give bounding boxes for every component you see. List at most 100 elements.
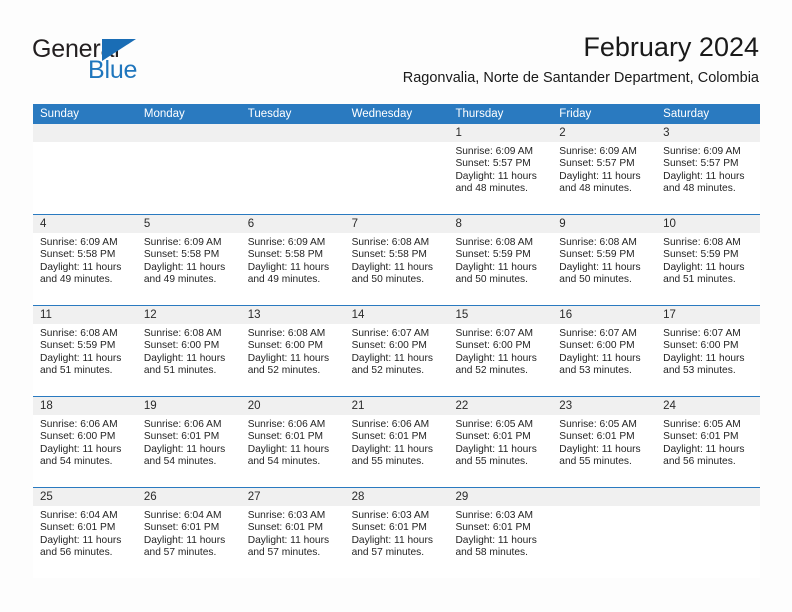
day-number-17[interactable]: 17 xyxy=(656,306,760,324)
day-detail-line: Sunset: 6:01 PM xyxy=(351,431,427,443)
day-cell-25[interactable]: Sunrise: 6:04 AM Sunset: 6:01 PM Daylight:… xyxy=(33,506,137,578)
day-cell-5[interactable]: Sunrise: 6:09 AM Sunset: 5:58 PM Daylight:… xyxy=(137,233,241,305)
week-day-number-band: 11 12 13 14 15 16 17 xyxy=(33,306,760,324)
day-number-13[interactable]: 13 xyxy=(241,306,345,324)
day-cell-7[interactable]: Sunrise: 6:08 AM Sunset: 5:58 PM Daylight:… xyxy=(345,233,449,305)
week-day-number-band: 18 19 20 21 22 23 24 xyxy=(33,397,760,415)
day-number-25[interactable]: 25 xyxy=(33,488,137,506)
day-cell-4[interactable]: Sunrise: 6:09 AM Sunset: 5:58 PM Daylight:… xyxy=(33,233,137,305)
day-detail-line: and 55 minutes. xyxy=(455,456,528,468)
day-detail-line: Daylight: 11 hours xyxy=(559,352,641,364)
day-number-3[interactable]: 3 xyxy=(656,124,760,142)
day-cell-24[interactable]: Sunrise: 6:05 AM Sunset: 6:01 PM Daylight:… xyxy=(656,415,760,487)
calendar-week-row: 18 19 20 21 22 23 24 Sunrise: 6:06 AM Sunset: 6:… xyxy=(33,396,760,487)
day-number-12[interactable]: 12 xyxy=(137,306,241,324)
day-cell-10[interactable]: Sunrise: 6:08 AM Sunset: 5:59 PM Daylight:… xyxy=(656,233,760,305)
day-number-2[interactable]: 2 xyxy=(552,124,656,142)
day-detail-line: Sunrise: 6:05 AM xyxy=(663,419,741,430)
day-detail-line: Sunrise: 6:06 AM xyxy=(247,419,326,430)
day-detail-line: Sunrise: 6:03 AM xyxy=(455,510,534,521)
day-detail-line: Sunset: 6:01 PM xyxy=(247,431,324,443)
day-number-28[interactable]: 28 xyxy=(345,488,449,506)
day-detail-line: Sunset: 6:01 PM xyxy=(143,431,220,443)
day-detail-line: and 52 minutes. xyxy=(351,365,425,377)
day-number-21[interactable]: 21 xyxy=(345,397,449,415)
day-number-24[interactable]: 24 xyxy=(656,397,760,415)
day-cell-11[interactable]: Sunrise: 6:08 AM Sunset: 5:59 PM Daylight:… xyxy=(33,324,137,396)
day-cell-16[interactable]: Sunrise: 6:07 AM Sunset: 6:00 PM Daylight:… xyxy=(552,324,656,396)
day-detail-line: Daylight: 11 hours xyxy=(351,443,433,455)
day-cell-3[interactable]: Sunrise: 6:09 AM Sunset: 5:57 PM Daylight:… xyxy=(656,142,760,214)
day-detail-line: Daylight: 11 hours xyxy=(351,352,433,364)
day-cell-2[interactable]: Sunrise: 6:09 AM Sunset: 5:57 PM Daylight:… xyxy=(552,142,656,214)
day-cell-14[interactable]: Sunrise: 6:07 AM Sunset: 6:00 PM Daylight:… xyxy=(345,324,449,396)
week-detail-band: Sunrise: 6:09 AM Sunset: 5:57 PM Daylight:… xyxy=(33,142,760,214)
day-cell-23[interactable]: Sunrise: 6:05 AM Sunset: 6:01 PM Daylight:… xyxy=(552,415,656,487)
day-number-23[interactable]: 23 xyxy=(552,397,656,415)
day-number-27[interactable]: 27 xyxy=(241,488,345,506)
day-number-9[interactable]: 9 xyxy=(552,215,656,233)
day-number-6[interactable]: 6 xyxy=(241,215,345,233)
day-cell-21[interactable]: Sunrise: 6:06 AM Sunset: 6:01 PM Daylight:… xyxy=(345,415,449,487)
day-number-7[interactable]: 7 xyxy=(345,215,449,233)
day-detail-line: Sunset: 6:00 PM xyxy=(455,340,531,352)
day-detail-line: and 54 minutes. xyxy=(247,456,321,468)
day-detail-line: and 49 minutes. xyxy=(143,274,217,286)
page-subtitle: Ragonvalia, Norte de Santander Departmen… xyxy=(402,70,759,86)
day-number-empty xyxy=(241,124,345,142)
day-detail-line: and 55 minutes. xyxy=(351,456,425,468)
day-detail-line: Sunset: 6:01 PM xyxy=(40,522,116,534)
day-number-18[interactable]: 18 xyxy=(33,397,137,415)
day-detail-line: Sunset: 6:01 PM xyxy=(663,431,739,443)
day-cell-15[interactable]: Sunrise: 6:07 AM Sunset: 6:00 PM Daylight:… xyxy=(448,324,552,396)
day-number-empty xyxy=(137,124,241,142)
day-cell-26[interactable]: Sunrise: 6:04 AM Sunset: 6:01 PM Daylight:… xyxy=(137,506,241,578)
day-detail-line: Sunset: 5:58 PM xyxy=(351,249,427,261)
week-detail-band: Sunrise: 6:04 AM Sunset: 6:01 PM Daylight:… xyxy=(33,506,760,578)
day-detail-line: Sunrise: 6:05 AM xyxy=(455,419,534,430)
day-detail-line: and 56 minutes. xyxy=(40,547,113,559)
day-cell-12[interactable]: Sunrise: 6:08 AM Sunset: 6:00 PM Daylight:… xyxy=(137,324,241,396)
day-cell-1[interactable]: Sunrise: 6:09 AM Sunset: 5:57 PM Daylight:… xyxy=(448,142,552,214)
day-number-26[interactable]: 26 xyxy=(137,488,241,506)
day-number-29[interactable]: 29 xyxy=(448,488,552,506)
day-number-19[interactable]: 19 xyxy=(137,397,241,415)
day-number-22[interactable]: 22 xyxy=(448,397,552,415)
day-detail-line: Sunset: 5:59 PM xyxy=(559,249,635,261)
day-cell-13[interactable]: Sunrise: 6:08 AM Sunset: 6:00 PM Daylight:… xyxy=(241,324,345,396)
day-cell-18[interactable]: Sunrise: 6:06 AM Sunset: 6:00 PM Daylight:… xyxy=(33,415,137,487)
day-cell-28[interactable]: Sunrise: 6:03 AM Sunset: 6:01 PM Daylight:… xyxy=(345,506,449,578)
day-cell-17[interactable]: Sunrise: 6:07 AM Sunset: 6:00 PM Daylight:… xyxy=(656,324,760,396)
day-detail-line: Sunrise: 6:05 AM xyxy=(559,419,637,430)
day-number-16[interactable]: 16 xyxy=(552,306,656,324)
day-number-4[interactable]: 4 xyxy=(33,215,137,233)
calendar-week-row: 11 12 13 14 15 16 17 Sunrise: 6:08 AM Sunset: 5:… xyxy=(33,305,760,396)
day-number-15[interactable]: 15 xyxy=(448,306,552,324)
day-detail-line: Sunset: 6:01 PM xyxy=(455,431,531,443)
day-number-11[interactable]: 11 xyxy=(33,306,137,324)
day-number-5[interactable]: 5 xyxy=(137,215,241,233)
day-cell-22[interactable]: Sunrise: 6:05 AM Sunset: 6:01 PM Daylight:… xyxy=(448,415,552,487)
day-detail-line: Daylight: 11 hours xyxy=(663,170,745,182)
day-cell-19[interactable]: Sunrise: 6:06 AM Sunset: 6:01 PM Daylight:… xyxy=(137,415,241,487)
day-detail-line: Sunrise: 6:06 AM xyxy=(351,419,430,430)
day-number-14[interactable]: 14 xyxy=(345,306,449,324)
day-detail-line: Daylight: 11 hours xyxy=(559,261,641,273)
day-detail-line: Sunrise: 6:07 AM xyxy=(455,328,534,339)
day-cell-20[interactable]: Sunrise: 6:06 AM Sunset: 6:01 PM Daylight:… xyxy=(241,415,345,487)
day-cell-6[interactable]: Sunrise: 6:09 AM Sunset: 5:58 PM Daylight:… xyxy=(241,233,345,305)
day-cell-29[interactable]: Sunrise: 6:03 AM Sunset: 6:01 PM Daylight:… xyxy=(448,506,552,578)
day-detail-line: Daylight: 11 hours xyxy=(143,534,226,546)
day-number-1[interactable]: 1 xyxy=(448,124,552,142)
day-cell-8[interactable]: Sunrise: 6:08 AM Sunset: 5:59 PM Daylight:… xyxy=(448,233,552,305)
day-number-20[interactable]: 20 xyxy=(241,397,345,415)
day-detail-line: and 53 minutes. xyxy=(663,365,736,377)
day-detail-line: Sunset: 5:57 PM xyxy=(455,158,531,170)
calendar-page: General Blue February 2024 Ragonvalia, N… xyxy=(0,0,792,612)
calendar-weeks: 1 2 3 Sunrise: 6:09 AM Sunset: 5:57 PM Daylig… xyxy=(33,124,760,578)
day-detail-line: Sunrise: 6:08 AM xyxy=(455,237,534,248)
day-number-8[interactable]: 8 xyxy=(448,215,552,233)
day-cell-9[interactable]: Sunrise: 6:08 AM Sunset: 5:59 PM Daylight:… xyxy=(552,233,656,305)
day-cell-27[interactable]: Sunrise: 6:03 AM Sunset: 6:01 PM Daylight:… xyxy=(241,506,345,578)
day-number-10[interactable]: 10 xyxy=(656,215,760,233)
